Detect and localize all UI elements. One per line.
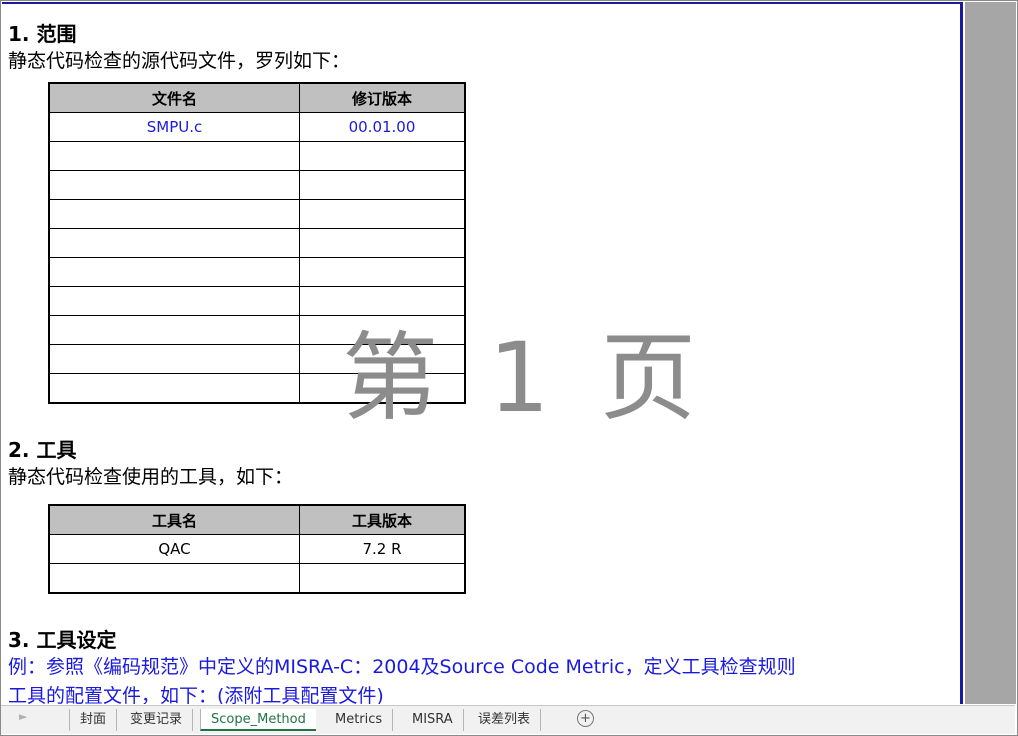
cell[interactable] <box>299 563 466 594</box>
tab-change-log[interactable]: 变更记录 <box>120 709 194 731</box>
table-row <box>48 141 466 171</box>
cell[interactable] <box>48 199 300 229</box>
tab-error-list[interactable]: 误差列表 <box>468 709 542 731</box>
table-row <box>48 199 466 229</box>
cell-revision[interactable]: 00.01.00 <box>299 112 466 142</box>
cell[interactable] <box>48 228 300 258</box>
cell[interactable] <box>48 257 300 287</box>
table-row <box>48 563 466 594</box>
cell-tool-name[interactable]: QAC <box>48 534 300 564</box>
cell[interactable] <box>48 344 300 374</box>
scope-title: 1. 范围 <box>8 22 77 46</box>
header-tool-version: 工具版本 <box>299 504 466 535</box>
table-row: QAC 7.2 R <box>48 534 466 564</box>
settings-line-1: 例：参照《编码规范》中定义的MISRA-C：2004及Source Code M… <box>8 656 796 678</box>
header-revision: 修订版本 <box>299 82 466 113</box>
settings-line-2: 工具的配置文件，如下：(添附工具配置文件) <box>8 685 384 704</box>
cell[interactable] <box>299 199 466 229</box>
cell[interactable] <box>48 170 300 200</box>
tab-scope-method[interactable]: Scope_Method <box>200 709 316 731</box>
cell[interactable] <box>299 141 466 171</box>
tools-title: 2. 工具 <box>8 438 77 462</box>
scope-description: 静态代码检查的源代码文件，罗列如下： <box>8 50 351 72</box>
cell-tool-version[interactable]: 7.2 R <box>299 534 466 564</box>
table-row: SMPU.c 00.01.00 <box>48 112 466 142</box>
add-sheet-icon[interactable]: + <box>577 710 594 727</box>
cell[interactable] <box>299 228 466 258</box>
tab-misra[interactable]: MISRA <box>402 709 464 731</box>
scroll-left-icon[interactable]: ► <box>19 710 27 723</box>
page-watermark: 第 1 页 <box>342 322 707 434</box>
header-tool-name: 工具名 <box>48 504 300 535</box>
settings-title: 3. 工具设定 <box>8 628 117 652</box>
cell[interactable] <box>48 373 300 404</box>
table-row <box>48 257 466 287</box>
tools-table: 工具名 工具版本 QAC 7.2 R <box>48 504 466 594</box>
cell[interactable] <box>299 170 466 200</box>
page-view: 1. 范围 静态代码检查的源代码文件，罗列如下： 文件名 修订版本 SMPU.c… <box>2 2 963 704</box>
header-file-name: 文件名 <box>48 82 300 113</box>
cell[interactable] <box>299 257 466 287</box>
tools-description: 静态代码检查使用的工具，如下： <box>8 466 294 488</box>
cell[interactable] <box>48 563 300 594</box>
cell[interactable] <box>48 315 300 345</box>
sheet-tab-bar: ► 封面 变更记录 Scope_Method Metrics MISRA 误差列… <box>1 705 1015 734</box>
cell[interactable] <box>48 286 300 316</box>
table-row <box>48 170 466 200</box>
cell-file-name[interactable]: SMPU.c <box>48 112 300 142</box>
table-row <box>48 228 466 258</box>
tab-metrics[interactable]: Metrics <box>325 709 394 731</box>
cell[interactable] <box>48 141 300 171</box>
tab-cover[interactable]: 封面 <box>69 709 118 731</box>
offpage-area <box>965 2 1016 704</box>
